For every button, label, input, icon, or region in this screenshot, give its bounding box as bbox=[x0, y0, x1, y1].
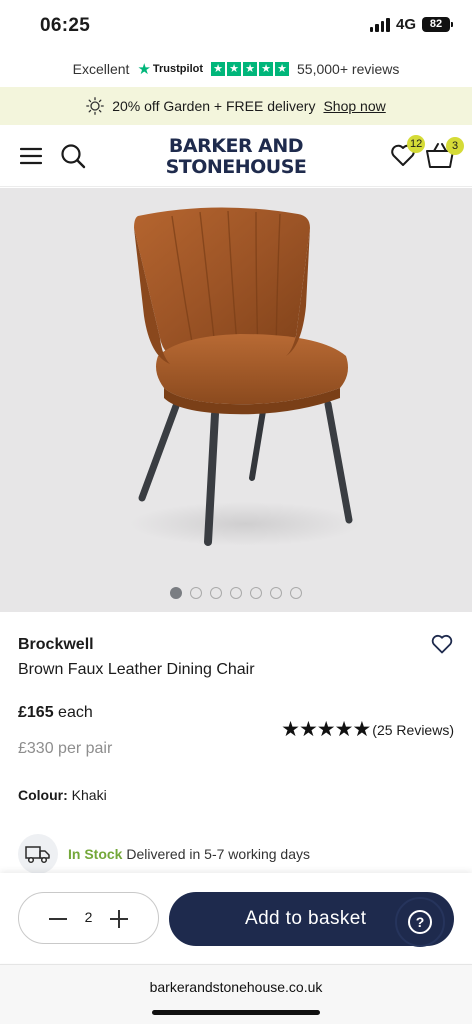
trustpilot-brand: Trustpilot bbox=[152, 63, 204, 75]
product-name: Brown Faux Leather Dining Chair bbox=[18, 661, 255, 678]
promo-text: 20% off Garden + FREE delivery bbox=[112, 98, 316, 114]
pair-price: £330 per pair bbox=[18, 740, 113, 757]
status-indicators: 4G 82 bbox=[369, 16, 453, 33]
stock-status: In Stock bbox=[68, 846, 123, 862]
trustpilot-logo: ★ Trustpilot bbox=[137, 60, 203, 78]
add-to-wishlist-heart-icon[interactable] bbox=[431, 634, 453, 654]
trustpilot-rating-word: Excellent bbox=[72, 61, 130, 77]
colour-value: Khaki bbox=[71, 787, 107, 803]
product-brand[interactable]: Brockwell bbox=[18, 636, 94, 654]
status-time: 06:25 bbox=[40, 15, 91, 36]
home-indicator[interactable] bbox=[152, 1010, 320, 1015]
product-image-gallery[interactable] bbox=[0, 188, 472, 612]
trustpilot-reviews: 55,000+ reviews bbox=[297, 61, 400, 77]
gallery-dot[interactable] bbox=[210, 587, 222, 599]
star-icon: ★ bbox=[275, 62, 290, 76]
gallery-dot[interactable] bbox=[270, 587, 282, 599]
delivery-truck-icon bbox=[18, 834, 58, 874]
delivery-time: Delivered in 5-7 working days bbox=[126, 846, 310, 862]
help-chat-button[interactable]: ? bbox=[395, 897, 445, 947]
signal-icon bbox=[369, 17, 390, 32]
increase-quantity-button[interactable] bbox=[110, 910, 128, 928]
product-rating[interactable]: ★★★★★ (25 Reviews) bbox=[281, 717, 454, 742]
promo-banner: 20% off Garden + FREE delivery Shop now bbox=[0, 87, 472, 125]
gallery-dot[interactable] bbox=[250, 587, 262, 599]
product-price: £165 each bbox=[18, 704, 93, 722]
battery-icon: 82 bbox=[422, 17, 453, 32]
colour-label: Colour: bbox=[18, 787, 68, 803]
rating-stars-icon: ★★★★★ bbox=[281, 718, 371, 741]
trustpilot-stars: ★ ★ ★ ★ ★ bbox=[211, 62, 290, 76]
gallery-dot[interactable] bbox=[190, 587, 202, 599]
sun-icon bbox=[86, 97, 105, 115]
price-unit: each bbox=[58, 704, 93, 721]
status-bar: 06:25 4G 82 bbox=[0, 0, 472, 52]
gallery-dot[interactable] bbox=[290, 587, 302, 599]
colour-info: Colour: Khaki bbox=[18, 787, 107, 803]
star-icon: ★ bbox=[259, 62, 274, 76]
star-icon: ★ bbox=[227, 62, 242, 76]
question-mark-icon: ? bbox=[408, 910, 432, 934]
browser-address-bar[interactable]: barkerandstonehouse.co.uk bbox=[0, 964, 472, 1024]
browser-url: barkerandstonehouse.co.uk bbox=[149, 979, 323, 995]
product-image-chair bbox=[130, 207, 360, 546]
review-count: (25 Reviews) bbox=[372, 721, 454, 738]
gallery-dot[interactable] bbox=[170, 587, 182, 599]
quantity-value[interactable]: 2 bbox=[19, 909, 158, 925]
site-header: BARKER AND STONEHOUSE 12 3 bbox=[0, 125, 472, 187]
trustpilot-star-icon: ★ bbox=[137, 61, 151, 78]
trustpilot-banner[interactable]: Excellent ★ Trustpilot ★ ★ ★ ★ ★ 55,000+… bbox=[0, 56, 472, 82]
price-value: £165 bbox=[18, 704, 54, 721]
gallery-pagination bbox=[0, 587, 472, 599]
add-to-basket-bar: 2 Add to basket ? bbox=[0, 873, 472, 963]
network-type: 4G bbox=[395, 16, 416, 33]
stock-info: In Stock Delivered in 5-7 working days bbox=[18, 834, 310, 874]
basket-count-badge: 3 bbox=[446, 137, 464, 155]
gallery-dot[interactable] bbox=[230, 587, 242, 599]
shop-now-link[interactable]: Shop now bbox=[323, 98, 385, 114]
quantity-stepper: 2 bbox=[18, 892, 159, 944]
star-icon: ★ bbox=[243, 62, 258, 76]
star-icon: ★ bbox=[211, 62, 226, 76]
